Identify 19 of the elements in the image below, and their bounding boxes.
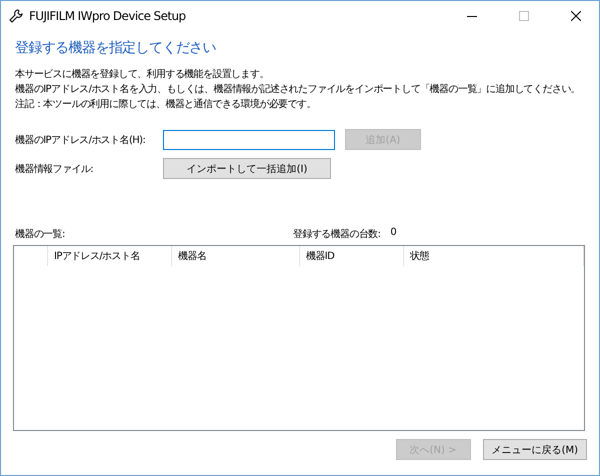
column-header[interactable]: 機器ID bbox=[300, 246, 404, 266]
address-label: 機器のIPアドレス/ホスト名(H): bbox=[15, 134, 146, 146]
column-header[interactable]: IPアドレス/ホスト名 bbox=[48, 246, 172, 266]
description-line: 本サービスに機器を登録して、利用する機能を設置します。 bbox=[15, 68, 270, 81]
page-heading: 登録する機器を指定してください bbox=[15, 39, 218, 57]
count-label: 登録する機器の台数: bbox=[293, 228, 380, 241]
column-header[interactable]: 機器名 bbox=[172, 246, 300, 266]
close-icon[interactable] bbox=[571, 11, 581, 21]
import-button[interactable]: インポートして一括追加(I) bbox=[163, 158, 331, 179]
description-line: 注記：本ツールの利用に際しては、機器と通信できる環境が必要です。 bbox=[15, 98, 317, 111]
list-label: 機器の一覧: bbox=[15, 228, 66, 241]
file-label: 機器情報ファイル: bbox=[15, 162, 94, 176]
wrench-icon bbox=[9, 9, 23, 23]
menu-button[interactable]: メニューに戻る(M) bbox=[482, 439, 587, 460]
description-line: 機器のIPアドレス/ホスト名を入力、もしくは、機器情報が記述されたファイルをインポートして「機器の一覧」に追加してください。 bbox=[15, 82, 582, 96]
count-value: 0 bbox=[390, 227, 396, 240]
window-title: FUJIFILM IWpro Device Setup bbox=[29, 9, 186, 23]
address-input[interactable] bbox=[163, 130, 335, 150]
column-header[interactable]: 状態 bbox=[404, 246, 584, 266]
